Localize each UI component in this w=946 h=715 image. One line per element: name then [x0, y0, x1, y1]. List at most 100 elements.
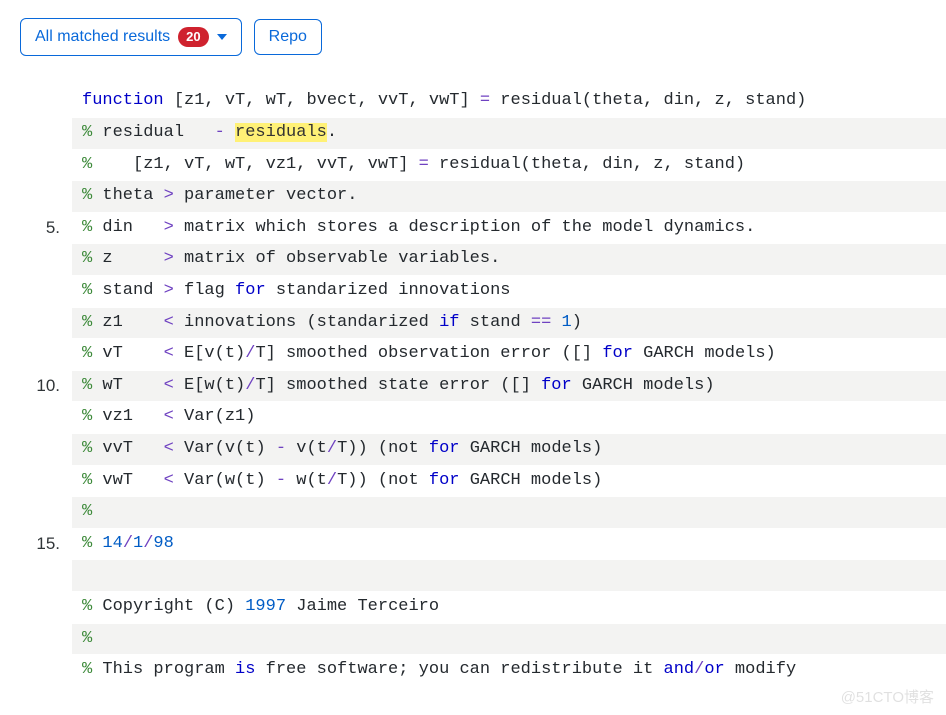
code-token: E[w(t) [174, 376, 245, 395]
code-token: T)) (not [337, 471, 429, 490]
code-token: is [235, 660, 255, 679]
code-line[interactable]: % residual - residuals. [72, 118, 946, 149]
code-token: din [92, 218, 163, 237]
code-token: / [694, 660, 704, 679]
code-token: for [602, 344, 633, 363]
code-token: 14 [102, 534, 122, 553]
code-token: < [164, 313, 174, 332]
code-row [0, 560, 946, 592]
code-token: % [82, 597, 92, 616]
code-token: / [245, 344, 255, 363]
code-token [225, 123, 235, 142]
code-token: parameter vector. [174, 186, 358, 205]
code-token: % [82, 407, 92, 426]
code-token: % [82, 344, 92, 363]
code-token: / [327, 439, 337, 458]
code-token: Jaime Terceiro [286, 597, 439, 616]
code-line[interactable]: % [72, 497, 946, 528]
code-token: - [276, 471, 286, 490]
code-token: < [164, 439, 174, 458]
all-matched-results-dropdown[interactable]: All matched results 20 [20, 18, 242, 56]
code-row: 10.% wT < E[w(t)/T] smoothed state error… [0, 370, 946, 402]
code-line[interactable]: % vvT < Var(v(t) - v(t/T)) (not for GARC… [72, 434, 946, 465]
repo-button[interactable]: Repo [254, 19, 322, 55]
code-token: % [82, 502, 92, 521]
code-token: vz1 [92, 407, 163, 426]
code-token: 98 [153, 534, 173, 553]
code-token: < [164, 407, 174, 426]
code-row: % stand > flag for standarized innovatio… [0, 276, 946, 308]
code-token [551, 313, 561, 332]
code-row: % residual - residuals. [0, 118, 946, 150]
code-token: 1997 [245, 597, 286, 616]
code-token: function [82, 91, 164, 110]
code-token: matrix which stores a description of the… [174, 218, 756, 237]
code-line[interactable]: % stand > flag for standarized innovatio… [72, 276, 946, 307]
code-token: - [215, 123, 225, 142]
code-token: % [82, 218, 92, 237]
code-line[interactable]: % theta > parameter vector. [72, 181, 946, 212]
code-line[interactable]: % This program is free software; you can… [72, 655, 946, 686]
code-token: modify [725, 660, 796, 679]
code-row: 5.% din > matrix which stores a descript… [0, 212, 946, 244]
code-token: and [664, 660, 695, 679]
code-token: residual [92, 123, 214, 142]
line-number: 5. [0, 216, 72, 241]
code-row: 15.% 14/1/98 [0, 528, 946, 560]
code-row: % theta > parameter vector. [0, 181, 946, 213]
code-line[interactable]: % [72, 624, 946, 655]
chevron-down-icon [217, 34, 227, 40]
code-line[interactable]: % vz1 < Var(z1) [72, 402, 946, 433]
code-line[interactable]: % z1 < innovations (standarized if stand… [72, 308, 946, 339]
code-token: E[v(t) [174, 344, 245, 363]
code-row: % [0, 623, 946, 655]
code-token: < [164, 471, 174, 490]
code-token [82, 565, 92, 584]
code-line[interactable]: % vwT < Var(w(t) - w(t/T)) (not for GARC… [72, 466, 946, 497]
results-toolbar: All matched results 20 Repo [0, 0, 946, 74]
code-token: v(t [286, 439, 327, 458]
code-token: for [235, 281, 266, 300]
code-line[interactable]: % din > matrix which stores a descriptio… [72, 213, 946, 244]
code-row: % Copyright (C) 1997 Jaime Terceiro [0, 592, 946, 624]
code-token: GARCH models) [633, 344, 776, 363]
code-token: GARCH models) [460, 439, 603, 458]
code-line[interactable]: % Copyright (C) 1997 Jaime Terceiro [72, 592, 946, 623]
code-line[interactable]: % wT < E[w(t)/T] smoothed state error ([… [72, 371, 946, 402]
repo-label: Repo [269, 28, 307, 46]
code-token: vwT [92, 471, 163, 490]
code-token: % [82, 376, 92, 395]
line-number: 15. [0, 532, 72, 557]
code-token: z1 [92, 313, 163, 332]
code-token: > [164, 186, 174, 205]
code-token: Copyright (C) [92, 597, 245, 616]
code-line[interactable] [72, 560, 946, 591]
code-token: Var(z1) [174, 407, 256, 426]
code-line[interactable]: % vT < E[v(t)/T] smoothed observation er… [72, 339, 946, 370]
code-row: % [0, 497, 946, 529]
code-token: % [82, 281, 92, 300]
code-token: - [276, 439, 286, 458]
code-line[interactable]: % z > matrix of observable variables. [72, 244, 946, 275]
code-token: [z1, vT, wT, vz1, vvT, vwT] [92, 155, 418, 174]
code-token: > [164, 249, 174, 268]
code-token: T)) (not [337, 439, 429, 458]
code-token: . [327, 123, 337, 142]
code-token: == [531, 313, 551, 332]
code-token: T] smoothed observation error ([] [255, 344, 602, 363]
code-row: % z > matrix of observable variables. [0, 244, 946, 276]
code-line[interactable]: % [z1, vT, wT, vz1, vvT, vwT] = residual… [72, 150, 946, 181]
code-token: for [429, 439, 460, 458]
code-row: function [z1, vT, wT, bvect, vvT, vwT] =… [0, 86, 946, 118]
code-token: vvT [92, 439, 163, 458]
code-token: residual(theta, din, z, stand) [429, 155, 745, 174]
code-line[interactable]: function [z1, vT, wT, bvect, vvT, vwT] =… [72, 86, 946, 117]
code-row: % vvT < Var(v(t) - v(t/T)) (not for GARC… [0, 434, 946, 466]
code-token: flag [174, 281, 235, 300]
code-row: % vwT < Var(w(t) - w(t/T)) (not for GARC… [0, 465, 946, 497]
code-line[interactable]: % 14/1/98 [72, 529, 946, 560]
code-token: GARCH models) [460, 471, 603, 490]
code-token: T] smoothed state error ([] [255, 376, 541, 395]
code-token: < [164, 344, 174, 363]
code-token: > [164, 218, 174, 237]
